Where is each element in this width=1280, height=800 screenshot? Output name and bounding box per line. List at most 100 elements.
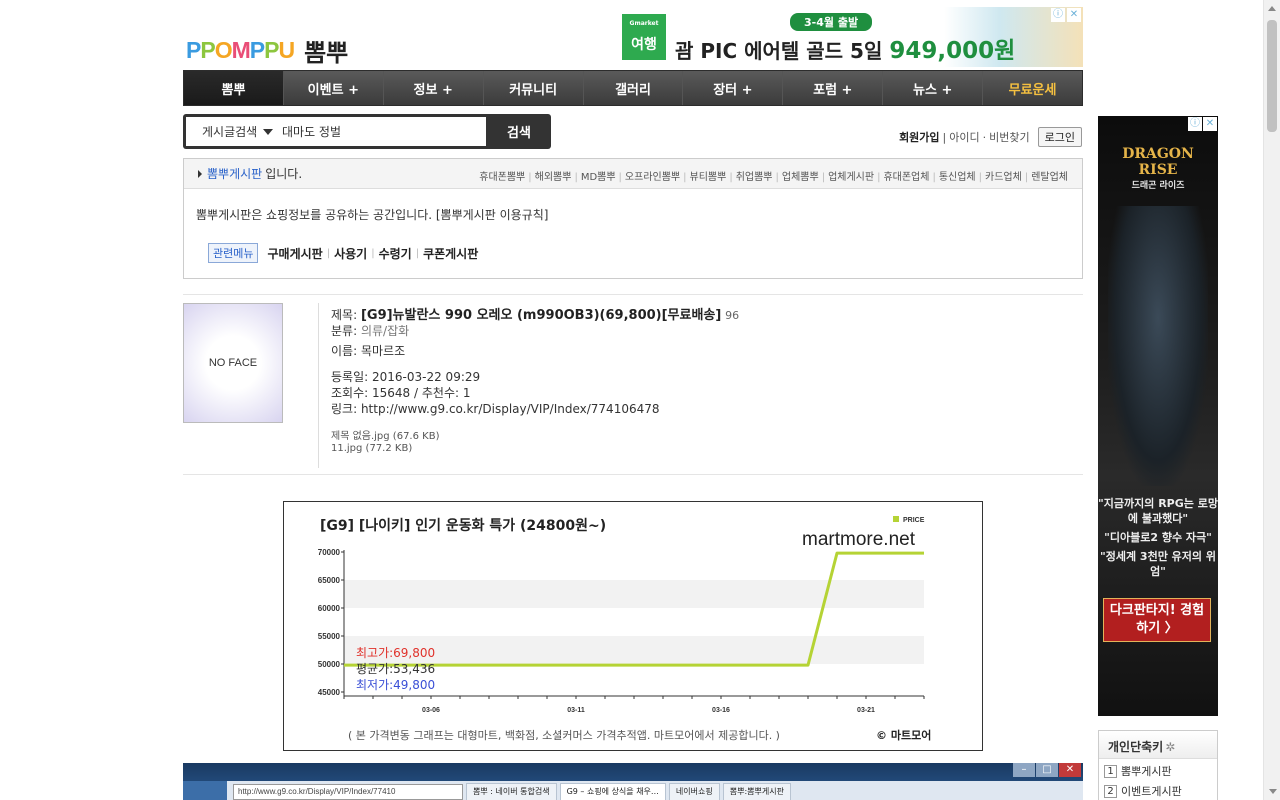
back-icon xyxy=(183,781,227,800)
ad-close-icon[interactable]: ✕ xyxy=(1067,8,1081,22)
search-type-select[interactable]: 게시글검색 xyxy=(186,123,282,140)
price-chart-svg: [G9] [나이키] 인기 운동화 특가 (24800원~) PRICE martm… xyxy=(318,516,931,742)
side-ad-cta-button[interactable]: 다크판타지! 경험하기 〉 xyxy=(1103,598,1211,642)
close-icon: ✕ xyxy=(1059,763,1081,777)
nav-event[interactable]: 이벤트 + xyxy=(284,71,384,105)
legend-swatch xyxy=(893,516,899,522)
find-id-link[interactable]: 아이디 xyxy=(949,129,979,145)
board-name-link[interactable]: 뽐뿌게시판 xyxy=(207,165,262,182)
y-tick-label: 65000 xyxy=(318,576,341,585)
triangle-right-icon xyxy=(198,169,202,178)
logo-en: PPOMPPU xyxy=(186,36,295,63)
board-links: 휴대폰뽐뿌 해외뽐뿌 MD뽐뿌 오프라인뽐뿌 뷰티뽐뿌 취업뽐뿌 업체뽐뿌 업체… xyxy=(479,168,1068,183)
board-link[interactable]: 휴대폰업체 xyxy=(874,168,929,183)
x-tick-label: 03-11 xyxy=(567,707,585,714)
shortcut-item[interactable]: 1 뽐뿌게시판 xyxy=(1099,759,1217,779)
board-link[interactable]: 오프라인뽐뿌 xyxy=(616,168,680,183)
minimize-icon: – xyxy=(1013,763,1035,777)
embedded-tab: G9 – 쇼핑에 상식을 채우… xyxy=(559,783,666,800)
avatar: NO FACE xyxy=(183,303,283,423)
board-link[interactable]: 렌탈업체 xyxy=(1022,168,1068,183)
nav-forum[interactable]: 포럼 + xyxy=(783,71,884,105)
nav-gallery[interactable]: 갤러리 xyxy=(584,71,684,105)
avg-price-label: 평균가:53,436 xyxy=(356,662,435,676)
attachment-link[interactable]: 제목 없음.jpg (67.6 KB) xyxy=(331,427,439,442)
maximize-icon: □ xyxy=(1036,763,1058,777)
y-tick-label: 45000 xyxy=(318,688,341,697)
ad-close-icon[interactable]: ✕ xyxy=(1203,117,1217,131)
board-link[interactable]: 휴대폰뽐뿌 xyxy=(479,168,525,183)
board-link[interactable]: 취업뽐뿌 xyxy=(726,168,773,183)
related-link-review[interactable]: 사용기 xyxy=(334,245,367,262)
y-tick-label: 60000 xyxy=(318,604,341,613)
nav-info[interactable]: 정보 + xyxy=(384,71,484,105)
embedded-tab: 뽐뿌 : 네이버 통합검색 xyxy=(466,783,557,800)
board-link[interactable]: 업체게시판 xyxy=(819,168,874,183)
scroll-up-icon[interactable] xyxy=(1264,0,1280,17)
ad-info-icon[interactable]: ⓘ xyxy=(1188,117,1202,131)
post-link-row: 링크: http://www.g9.co.kr/Display/VIP/Inde… xyxy=(331,402,660,416)
post-author-row: 이름: 목마르조 xyxy=(331,344,406,358)
board-link[interactable]: 업체뽐뿌 xyxy=(773,168,819,183)
board-link[interactable]: 해외뽐뿌 xyxy=(525,168,572,183)
board-link[interactable]: 뷰티뽐뿌 xyxy=(680,168,727,183)
related-menu-tag: 관련메뉴 xyxy=(208,243,259,263)
x-tick-label: 03-16 xyxy=(712,707,730,714)
shortcut-item[interactable]: 2 이벤트게시판 xyxy=(1099,779,1217,799)
related-link-coupon[interactable]: 쿠폰게시판 xyxy=(423,245,478,262)
search-button[interactable]: 검색 xyxy=(487,114,551,149)
logo-ko: 뽐뿌 xyxy=(304,38,349,67)
search-bar: 게시글검색 검색 xyxy=(183,114,551,149)
post-link[interactable]: http://www.g9.co.kr/Display/VIP/Index/77… xyxy=(361,402,660,416)
side-ad-brand: DRAGON RISE 드래곤 라이즈 xyxy=(1122,146,1194,191)
nav-news[interactable]: 뉴스 + xyxy=(883,71,984,105)
board-description: 뽐뿌게시판은 쇼핑정보를 공유하는 공간입니다. [뽐뿌게시판 이용규칙] xyxy=(196,208,549,222)
page-scrollbar[interactable] xyxy=(1263,0,1280,800)
ad-headline: 괌 PIC 에어텔 골드 5일 949,000원 xyxy=(675,38,1016,64)
side-banner-ad[interactable]: DRAGON RISE 드래곤 라이즈 "지금까지의 RPG는 로망에 불과했다… xyxy=(1098,116,1218,716)
find-password-link[interactable]: 비번찾기 xyxy=(989,129,1029,145)
board-link[interactable]: MD뽐뿌 xyxy=(571,168,616,183)
y-tick-label: 55000 xyxy=(318,632,341,641)
site-logo[interactable]: PPOMPPU 뽐뿌 xyxy=(186,30,376,70)
personal-shortcuts: 개인단축키 ✲ 1 뽐뿌게시판 2 이벤트게시판 xyxy=(1098,730,1218,800)
scroll-thumb[interactable] xyxy=(1267,20,1277,132)
related-link-receipt[interactable]: 수령기 xyxy=(379,245,412,262)
join-link[interactable]: 회원가입 xyxy=(899,129,939,145)
search-input[interactable] xyxy=(282,124,482,139)
related-link-purchase[interactable]: 구매게시판 xyxy=(267,245,322,262)
separator-dot: · xyxy=(982,130,987,144)
post-views: 15648 xyxy=(372,386,411,400)
vertical-divider xyxy=(318,303,319,468)
nav-fortune[interactable]: 무료운세 xyxy=(983,71,1082,105)
legend-label: PRICE xyxy=(903,517,925,524)
divider xyxy=(183,474,1083,475)
nav-market[interactable]: 장터 + xyxy=(683,71,784,105)
nav-ppomppu[interactable]: 뽐뿌 xyxy=(184,71,284,105)
main-nav: 뽐뿌 이벤트 + 정보 + 커뮤니티 갤러리 장터 + 포럼 + 뉴스 + 무료… xyxy=(183,70,1083,106)
x-tick-label: 03-06 xyxy=(422,707,440,714)
y-tick-label: 70000 xyxy=(318,548,341,557)
separator: | xyxy=(942,130,947,144)
chart-footnote: ( 본 가격변동 그래프는 대형마트, 백화점, 소셜커머스 가격추적앱. 마트… xyxy=(348,729,780,742)
scroll-down-icon[interactable] xyxy=(1264,783,1280,800)
board-link[interactable]: 카드업체 xyxy=(976,168,1022,183)
top-banner-ad[interactable]: Gmarket 여행 3-4월 출발 괌 PIC 에어텔 골드 5일 949,0… xyxy=(620,7,1083,67)
ad-info-icon[interactable]: ⓘ xyxy=(1051,8,1065,22)
shortcuts-title: 개인단축키 ✲ xyxy=(1099,731,1217,759)
nav-community[interactable]: 커뮤니티 xyxy=(484,71,584,105)
login-button[interactable]: 로그인 xyxy=(1037,127,1082,147)
ad-badge: Gmarket 여행 xyxy=(622,14,666,60)
board-link[interactable]: 통신업체 xyxy=(929,168,976,183)
board-info-box: 뽐뿌게시판 입니다. 휴대폰뽐뿌 해외뽐뿌 MD뽐뿌 오프라인뽐뿌 뷰티뽐뿌 취… xyxy=(183,158,1083,279)
post-date: 2016-03-22 09:29 xyxy=(372,370,481,384)
post-author[interactable]: 목마르조 xyxy=(361,344,405,358)
board-name-suffix: 입니다. xyxy=(265,167,303,181)
max-price-label: 최고가:69,800 xyxy=(356,646,435,660)
embedded-tab: 뽐뿌:뽐뿌게시판 xyxy=(722,783,791,800)
comment-count: 96 xyxy=(725,309,740,322)
x-tick-label: 03-21 xyxy=(857,707,875,714)
post-recommend: 1 xyxy=(462,386,471,400)
post-category: 의류/잡화 xyxy=(360,324,410,338)
attachment-link[interactable]: 11.jpg (77.2 KB) xyxy=(331,443,412,454)
